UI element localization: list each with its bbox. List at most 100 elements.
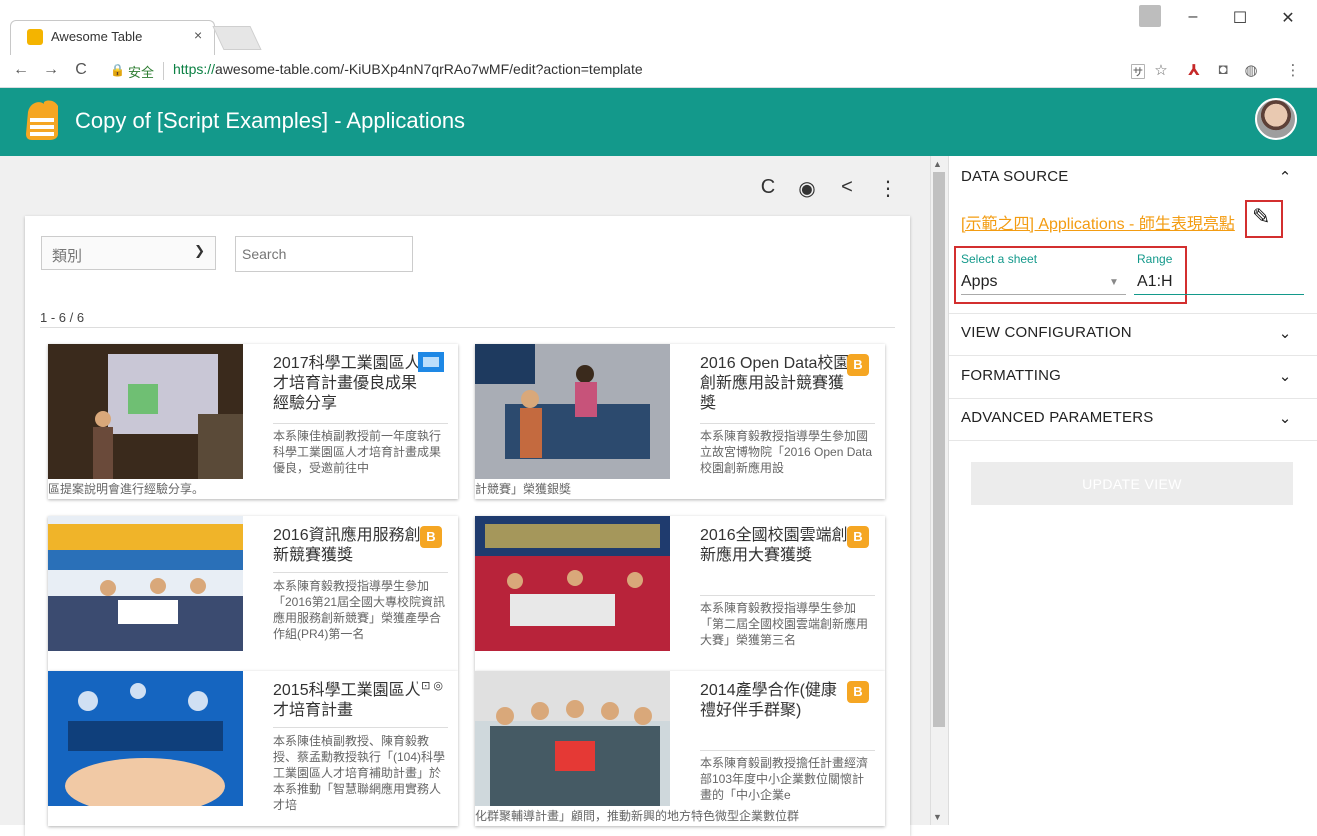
section-divider: [949, 440, 1317, 441]
camera-icon[interactable]: ◘: [1212, 61, 1234, 78]
maximize-button[interactable]: ☐: [1225, 8, 1255, 28]
sheet-label: Select a sheet: [961, 252, 1038, 266]
item-thumbnail-presentation: [48, 344, 243, 479]
range-underline: [1134, 294, 1304, 295]
acrobat-icon[interactable]: ⅄: [1183, 61, 1205, 79]
google-slides-icon[interactable]: [418, 352, 444, 372]
chevron-down-icon[interactable]: ⌄: [1277, 409, 1293, 427]
range-label: Range: [1137, 252, 1173, 266]
category-filter-dropdown[interactable]: 類別 ❯: [41, 236, 216, 270]
range-input[interactable]: A1:H: [1137, 273, 1173, 291]
url-scheme: https://: [173, 61, 216, 77]
item-description: 本系陳育毅副教授擔任計畫經濟部103年度中小企業數位關懷計畫的「中小企業e: [700, 756, 869, 802]
sheet-select[interactable]: Apps: [961, 273, 997, 291]
app-header: Copy of [Script Examples] - Applications: [0, 88, 1317, 156]
url-separator: [163, 62, 164, 80]
scroll-down-icon[interactable]: ▼: [933, 812, 942, 822]
config-panel: DATA SOURCE ⌃ [示範之四] Applications - 師生表現…: [948, 156, 1317, 825]
chevron-down-icon: ❯: [194, 243, 205, 258]
more-options-icon[interactable]: ⋮: [876, 176, 900, 201]
results-divider: [40, 327, 895, 328]
data-source-heading[interactable]: DATA SOURCE: [961, 168, 1069, 185]
item-divider: [273, 423, 448, 424]
share-icon[interactable]: <: [835, 176, 859, 199]
back-button[interactable]: ←: [12, 61, 30, 79]
formatting-heading[interactable]: FORMATTING: [961, 367, 1061, 384]
close-tab-icon[interactable]: ×: [194, 27, 202, 43]
list-item[interactable]: 2014產學合作(健康禮好伴手群聚) B 本系陳育毅副教授擔任計畫經濟部103年…: [475, 671, 885, 826]
star-icon[interactable]: ☆: [1150, 61, 1172, 79]
awesome-table-logo-icon: [26, 100, 58, 140]
list-item[interactable]: 2016全國校園雲端創新應用大賽獲獎 B 本系陳育毅教授指導學生參加「第二屆全國…: [475, 516, 885, 671]
url-text[interactable]: https://awesome-table.com/-KiUBXp4nN7qrR…: [173, 61, 643, 77]
browser-tab-bar: Awesome Table × – ☐ ✕: [0, 0, 1317, 56]
list-item[interactable]: 2017科學工業園區人才培育計畫優良成果經驗分享 本系陳佳楨副教授前一年度執行科…: [48, 344, 458, 499]
list-item[interactable]: 2015科學工業園區人才培育計畫 ’ ⊡ ◎ 本系陳佳楨副教授、陳育毅教授、蔡孟…: [48, 671, 458, 826]
scroll-up-icon[interactable]: ▲: [933, 159, 942, 169]
awesome-table-favicon-icon: [27, 29, 43, 45]
blogger-icon[interactable]: B: [847, 354, 869, 376]
browser-menu-icon[interactable]: ⋮: [1282, 61, 1304, 79]
item-title: 2015科學工業園區人才培育計畫: [273, 682, 421, 719]
item-description-overflow: 化群聚輔導計畫」顧問，推動新興的地方特色微型企業數位群: [475, 809, 800, 823]
caret-down-icon[interactable]: ▼: [1109, 277, 1119, 288]
blogger-icon[interactable]: B: [847, 526, 869, 548]
item-description: 本系陳佳楨副教授前一年度執行科學工業園區人才培育計畫成果優良，受邀前往中: [273, 429, 442, 475]
item-divider: [273, 572, 448, 573]
bookmark-icon[interactable]: ’ ⊡ ◎: [416, 679, 443, 692]
tab-title: Awesome Table: [51, 29, 143, 44]
item-thumbnail-group-photo: [475, 671, 670, 806]
item-description: 本系陳育毅教授指導學生參加「第二屆全國校園雲端創新應用大賽」榮獲第三名: [700, 601, 869, 647]
item-description-overflow: 區提案說明會進行經驗分享。: [48, 482, 205, 496]
item-thumbnail-ceremony: [475, 516, 670, 651]
item-title: 2016資訊應用服務創新競賽獲獎: [273, 527, 421, 564]
view-configuration-heading[interactable]: VIEW CONFIGURATION: [961, 324, 1132, 341]
item-divider: [700, 423, 875, 424]
browser-profile-icon[interactable]: [1139, 5, 1161, 27]
item-title: 2016 Open Data校園創新應用設計競賽獲獎: [700, 355, 850, 412]
section-divider: [949, 355, 1317, 356]
section-divider: [949, 313, 1317, 314]
item-divider: [700, 750, 875, 751]
item-thumbnail-competition: [48, 516, 243, 651]
lock-icon: 🔒: [110, 63, 125, 77]
blogger-icon[interactable]: B: [847, 681, 869, 703]
chevron-up-icon[interactable]: ⌃: [1277, 168, 1293, 186]
address-bar: ← → C 🔒 安全 https://awesome-table.com/-Ki…: [0, 55, 1317, 88]
sheet-underline: [961, 294, 1126, 295]
item-title: 2017科學工業園區人才培育計畫優良成果經驗分享: [273, 355, 421, 412]
chevron-down-icon[interactable]: ⌄: [1277, 367, 1293, 385]
user-avatar[interactable]: [1255, 98, 1297, 140]
new-tab-button[interactable]: [212, 26, 262, 50]
edit-pencil-icon[interactable]: ✎: [1252, 204, 1270, 230]
category-placeholder: 類別: [52, 248, 83, 265]
url-path: awesome-table.com/-KiUBXp4nN7qrRAo7wMF/e…: [215, 61, 643, 77]
preview-eye-icon[interactable]: ◉: [795, 176, 819, 201]
item-thumbnail-award: [475, 344, 670, 479]
chevron-down-icon[interactable]: ⌄: [1277, 324, 1293, 342]
secure-label: 安全: [128, 65, 155, 80]
data-source-link[interactable]: [示範之四] Applications - 師生表現亮點: [961, 210, 1243, 234]
item-thumbnail-social-hands: [48, 671, 243, 806]
reload-button[interactable]: C: [72, 61, 90, 79]
browser-tab[interactable]: Awesome Table ×: [10, 20, 215, 55]
refresh-icon[interactable]: C: [756, 176, 780, 199]
blogger-icon[interactable]: B: [420, 526, 442, 548]
item-description: 本系陳育毅教授指導學生參加「2016第21屆全國大專校院資訊應用服務創新競賽」榮…: [273, 579, 446, 641]
minimize-button[interactable]: –: [1178, 8, 1208, 26]
update-view-button[interactable]: UPDATE VIEW: [971, 462, 1293, 505]
item-description: 本系陳育毅教授指導學生參加國立故宮博物院「2016 Open Data校園創新應…: [700, 429, 873, 475]
scrollbar-thumb[interactable]: [933, 172, 945, 727]
list-item[interactable]: 2016 Open Data校園創新應用設計競賽獲獎 B 本系陳育毅教授指導學生…: [475, 344, 885, 499]
item-title: 2016全國校園雲端創新應用大賽獲獎: [700, 527, 848, 564]
search-input[interactable]: [235, 236, 413, 272]
forward-button[interactable]: →: [42, 61, 60, 79]
extension-icon[interactable]: ◍: [1240, 61, 1262, 79]
close-window-button[interactable]: ✕: [1273, 8, 1303, 28]
list-item[interactable]: 2016資訊應用服務創新競賽獲獎 B 本系陳育毅教授指導學生參加「2016第21…: [48, 516, 458, 671]
awesome-table-view: 類別 ❯ 1 - 6 / 6 2017科學工業園區人才培育計畫優良成果經驗分享 …: [25, 216, 910, 836]
advanced-parameters-heading[interactable]: ADVANCED PARAMETERS: [961, 409, 1153, 426]
item-description: 本系陳佳楨副教授、陳育毅教授、蔡孟勳教授執行「(104)科學工業園區人才培育補助…: [273, 734, 446, 812]
translate-icon[interactable]: 🈂: [1127, 61, 1149, 82]
item-description-overflow: 計競賽」榮獲銀獎: [475, 482, 572, 496]
